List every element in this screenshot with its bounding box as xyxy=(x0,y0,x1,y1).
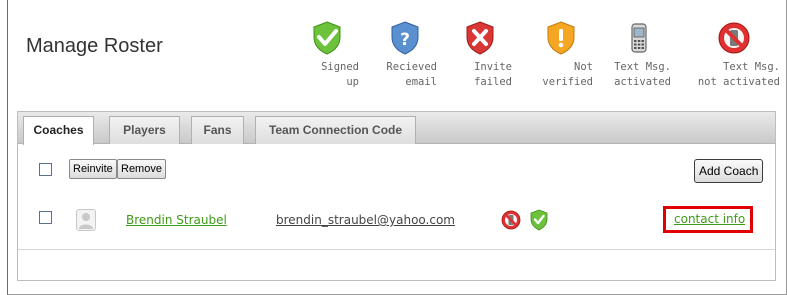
person-silhouette-icon xyxy=(79,213,93,229)
legend-label: Signed up xyxy=(321,61,359,88)
mobile-phone-icon xyxy=(631,23,647,53)
legend-invite-failed: Invite failed xyxy=(440,20,520,90)
no-phone-icon xyxy=(718,22,750,54)
tab-players[interactable]: Players xyxy=(109,116,180,144)
green-shield-check-icon xyxy=(313,21,341,55)
reinvite-button[interactable]: Reinvite xyxy=(69,159,117,179)
contact-info-link[interactable]: contact info xyxy=(674,212,745,226)
legend-label: Recieved email xyxy=(386,61,437,88)
row-divider xyxy=(18,249,775,250)
legend-label: Text Msg. not activated xyxy=(697,61,780,88)
legend-label: Invite failed xyxy=(474,61,512,88)
contact-info-highlight: contact info xyxy=(663,206,753,233)
orange-shield-exclamation-icon xyxy=(547,21,575,55)
green-shield-check-icon xyxy=(530,209,548,231)
legend-label: Not verified xyxy=(542,61,593,88)
legend-received-email: ? Recieved email xyxy=(365,20,445,90)
tab-fans[interactable]: Fans xyxy=(191,116,244,144)
row-checkbox[interactable] xyxy=(39,211,52,224)
avatar xyxy=(76,209,96,231)
tab-bar: Coaches Players Fans Team Connection Cod… xyxy=(18,112,775,145)
add-coach-button[interactable]: Add Coach xyxy=(694,159,764,183)
svg-text:?: ? xyxy=(400,30,410,50)
legend-text-activated: Text Msg. activated xyxy=(599,20,679,90)
legend-label: Text Msg. activated xyxy=(614,61,671,88)
blue-shield-question-icon: ? xyxy=(391,21,419,55)
roster-panel: Coaches Players Fans Team Connection Cod… xyxy=(17,111,776,281)
tab-team-connection-code[interactable]: Team Connection Code xyxy=(255,116,416,144)
remove-button[interactable]: Remove xyxy=(117,159,166,179)
member-email-link[interactable]: brendin_straubel@yahoo.com xyxy=(276,213,455,227)
legend-not-verified: Not verified xyxy=(521,20,601,90)
select-all-checkbox[interactable] xyxy=(39,163,52,176)
legend-signed-up: Signed up xyxy=(287,20,367,90)
tab-coaches[interactable]: Coaches xyxy=(23,116,94,145)
legend-text-not-activated: Text Msg. not activated xyxy=(684,20,784,90)
red-shield-x-icon xyxy=(466,21,494,55)
no-phone-icon xyxy=(501,210,521,230)
page-title: Manage Roster xyxy=(26,35,163,57)
member-name-link[interactable]: Brendin Straubel xyxy=(126,213,227,227)
